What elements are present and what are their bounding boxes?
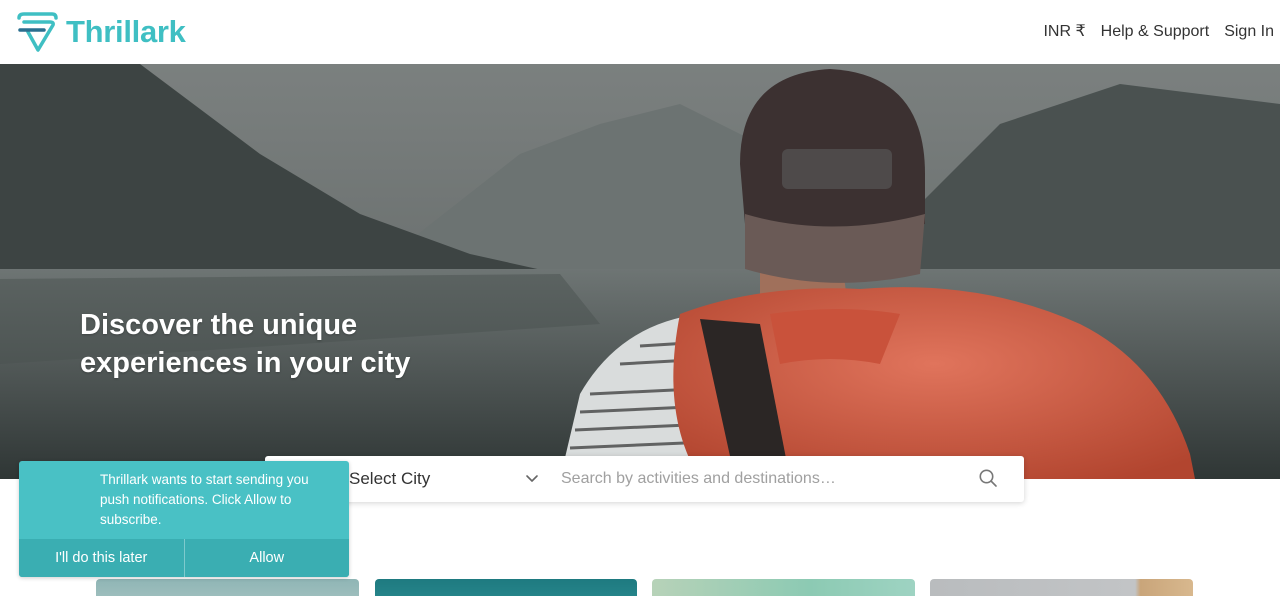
experience-card[interactable] xyxy=(930,579,1193,596)
header-nav: INR ₹ Help & Support Sign In xyxy=(1043,20,1274,44)
later-button[interactable]: I'll do this later xyxy=(19,539,184,577)
experience-card[interactable] xyxy=(96,579,359,596)
allow-button[interactable]: Allow xyxy=(183,539,350,577)
hero-background-image xyxy=(0,64,1280,479)
search-input[interactable] xyxy=(561,464,961,494)
city-select-label: Select City xyxy=(349,469,431,488)
currency-selector[interactable]: INR ₹ xyxy=(1043,20,1085,44)
chevron-down-icon xyxy=(526,475,538,482)
thrillark-logo-icon xyxy=(17,12,58,52)
notification-actions: I'll do this later Allow xyxy=(19,539,349,577)
help-support-link[interactable]: Help & Support xyxy=(1101,20,1210,44)
site-header: Thrillark INR ₹ Help & Support Sign In xyxy=(0,0,1280,64)
experience-card[interactable] xyxy=(652,579,915,596)
push-notification-prompt: Thrillark wants to start sending you pus… xyxy=(19,461,349,577)
search-bar: Select City xyxy=(265,456,1024,502)
city-select-dropdown[interactable]: Select City xyxy=(349,456,549,502)
logo-text: Thrillark xyxy=(66,14,186,49)
hero-title: Discover the unique experiences in your … xyxy=(80,309,411,379)
sign-in-link[interactable]: Sign In xyxy=(1224,20,1274,44)
hero-banner: Discover the unique experiences in your … xyxy=(0,64,1280,479)
experience-card[interactable] xyxy=(375,579,637,596)
search-icon[interactable] xyxy=(978,468,998,488)
notification-message: Thrillark wants to start sending you pus… xyxy=(100,472,309,527)
brand-logo[interactable]: Thrillark xyxy=(16,12,186,52)
